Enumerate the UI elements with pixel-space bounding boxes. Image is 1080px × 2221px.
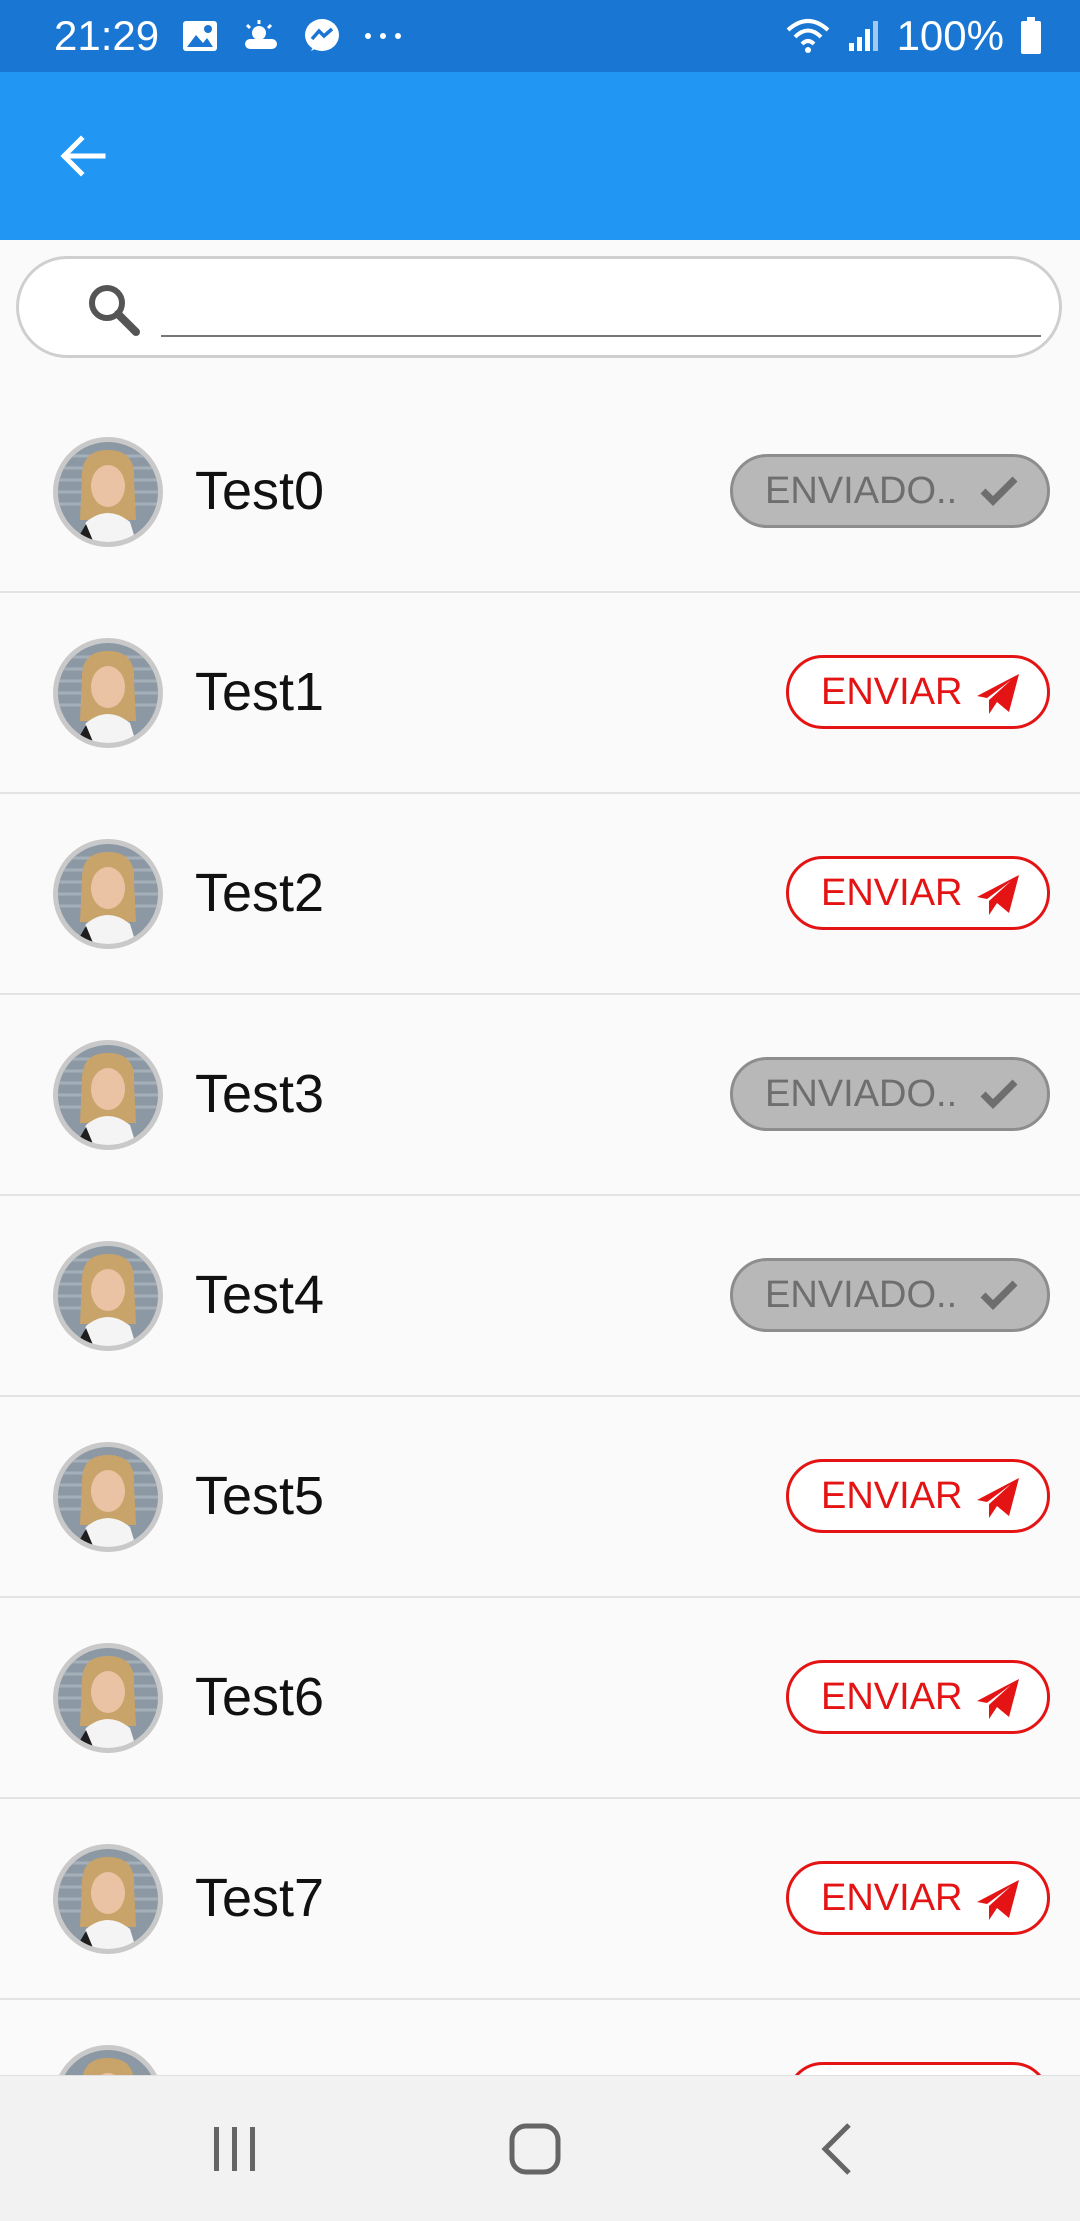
search-bar[interactable] [16, 256, 1062, 358]
battery-percent: 100% [896, 12, 1004, 59]
list-item[interactable]: Test3 ENVIADO.. [0, 995, 1080, 1196]
battery-icon [1020, 17, 1042, 55]
search-input[interactable] [161, 277, 1041, 337]
messenger-icon [303, 17, 341, 55]
send-button[interactable]: ENVIAR [786, 1459, 1050, 1533]
paper-plane-icon [977, 674, 1019, 714]
recent-apps-icon [214, 2127, 255, 2171]
more-dots-icon [363, 31, 403, 41]
avatar [53, 1040, 163, 1150]
check-icon [980, 476, 1018, 506]
paper-plane-icon [977, 1478, 1019, 1518]
button-label: ENVIAR [821, 871, 963, 914]
list-item[interactable]: Test0 ENVIADO.. [0, 392, 1080, 593]
search-icon [89, 285, 140, 336]
sent-button[interactable]: ENVIADO.. [730, 454, 1050, 528]
contact-name: Test3 [195, 1064, 325, 1124]
weather-icon [241, 19, 281, 53]
contact-name: Test1 [195, 662, 325, 722]
home-button[interactable] [490, 2108, 580, 2190]
recent-apps-button[interactable] [190, 2108, 280, 2190]
paper-plane-icon [977, 1880, 1019, 1920]
contact-name: Test4 [195, 1265, 325, 1325]
home-icon [509, 2123, 561, 2175]
arrow-back-icon [60, 135, 106, 177]
avatar [53, 1643, 163, 1753]
system-nav-bar [0, 2075, 1080, 2221]
button-label: ENVIAR [821, 1474, 963, 1517]
status-bar: 21:29 100% [0, 0, 1080, 72]
list-item[interactable]: Test4 ENVIADO.. [0, 1196, 1080, 1397]
contact-list: Test0 ENVIADO.. Test1 ENVIAR Test2 ENVIA… [0, 392, 1080, 2201]
nav-back-button[interactable] [792, 2108, 882, 2190]
check-icon [980, 1280, 1018, 1310]
send-button[interactable]: ENVIAR [786, 1861, 1050, 1935]
paper-plane-icon [977, 875, 1019, 915]
paper-plane-icon [977, 1679, 1019, 1719]
avatar [53, 1442, 163, 1552]
contact-name: Test6 [195, 1667, 325, 1727]
signal-icon [847, 19, 881, 53]
sent-button[interactable]: ENVIADO.. [730, 1258, 1050, 1332]
send-button[interactable]: ENVIAR [786, 655, 1050, 729]
gallery-icon [181, 19, 219, 53]
list-item[interactable]: Test1 ENVIAR [0, 593, 1080, 794]
avatar [53, 437, 163, 547]
check-icon [980, 1079, 1018, 1109]
avatar [53, 1241, 163, 1351]
send-button[interactable]: ENVIAR [786, 856, 1050, 930]
button-label: ENVIADO.. [765, 1072, 958, 1115]
button-label: ENVIAR [821, 670, 963, 713]
avatar [53, 638, 163, 748]
button-label: ENVIADO.. [765, 469, 958, 512]
back-button[interactable] [40, 114, 124, 198]
status-time: 21:29 [54, 12, 160, 59]
app-bar [0, 72, 1080, 240]
list-item[interactable]: Test7 ENVIAR [0, 1799, 1080, 2000]
back-icon [821, 2123, 851, 2175]
button-label: ENVIAR [821, 1675, 963, 1718]
sent-button[interactable]: ENVIADO.. [730, 1057, 1050, 1131]
avatar [53, 839, 163, 949]
list-item[interactable]: Test2 ENVIAR [0, 794, 1080, 995]
list-item[interactable]: Test5 ENVIAR [0, 1397, 1080, 1598]
send-button[interactable]: ENVIAR [786, 1660, 1050, 1734]
contact-name: Test7 [195, 1868, 325, 1928]
avatar [53, 1844, 163, 1954]
contact-name: Test5 [195, 1466, 325, 1526]
button-label: ENVIADO.. [765, 1273, 958, 1316]
contact-name: Test0 [195, 461, 325, 521]
wifi-icon [785, 16, 831, 56]
contact-name: Test2 [195, 863, 325, 923]
button-label: ENVIAR [821, 1876, 963, 1919]
list-item[interactable]: Test6 ENVIAR [0, 1598, 1080, 1799]
